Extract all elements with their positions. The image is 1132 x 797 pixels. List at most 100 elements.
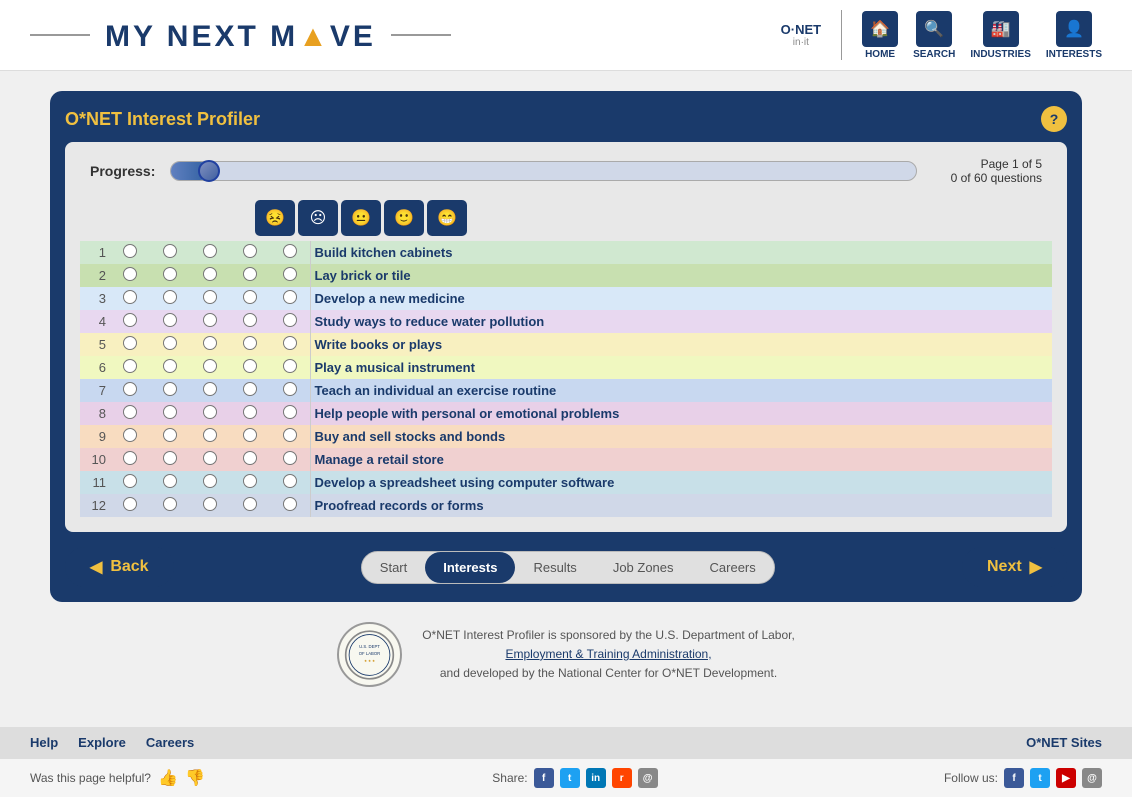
radio-option-2[interactable] (163, 405, 177, 419)
radio-option-4[interactable] (243, 336, 257, 350)
radio-option-5[interactable] (283, 474, 297, 488)
question-number: 8 (80, 402, 110, 425)
step-careers[interactable]: Careers (692, 552, 774, 583)
radio-option-3[interactable] (203, 405, 217, 419)
radio-option-2[interactable] (163, 428, 177, 442)
radio-option-5[interactable] (283, 336, 297, 350)
radio-option-3[interactable] (203, 244, 217, 258)
radio-option-2[interactable] (163, 244, 177, 258)
radio-option-5[interactable] (283, 405, 297, 419)
radio-option-3[interactable] (203, 382, 217, 396)
question-text: Buy and sell stocks and bonds (310, 425, 1052, 448)
radio-option-5[interactable] (283, 244, 297, 258)
radio-option-1[interactable] (123, 313, 137, 327)
radio-option-1[interactable] (123, 359, 137, 373)
footer-help[interactable]: Help (30, 735, 58, 750)
radio-option-4[interactable] (243, 290, 257, 304)
linkedin-share-icon[interactable]: in (586, 768, 606, 788)
radio-option-4[interactable] (243, 428, 257, 442)
radio-cell (190, 448, 230, 471)
radio-option-1[interactable] (123, 451, 137, 465)
radio-option-4[interactable] (243, 474, 257, 488)
radio-option-2[interactable] (163, 290, 177, 304)
search-icon: 🔍 (916, 11, 952, 47)
radio-option-1[interactable] (123, 405, 137, 419)
footer-explore[interactable]: Explore (78, 735, 126, 750)
youtube-follow-icon[interactable]: ▶ (1056, 768, 1076, 788)
footer-careers[interactable]: Careers (146, 735, 194, 750)
radio-option-4[interactable] (243, 267, 257, 281)
radio-option-1[interactable] (123, 267, 137, 281)
radio-option-2[interactable] (163, 451, 177, 465)
twitter-share-icon[interactable]: t (560, 768, 580, 788)
nav-industries[interactable]: 🏭 INDUSTRIES (970, 11, 1031, 60)
radio-option-5[interactable] (283, 290, 297, 304)
radio-cell (230, 264, 270, 287)
radio-option-2[interactable] (163, 497, 177, 511)
content-area: Progress: Page 1 of 5 0 of 60 questions … (65, 142, 1067, 532)
reddit-share-icon[interactable]: r (612, 768, 632, 788)
radio-cell (150, 310, 190, 333)
help-button[interactable]: ? (1041, 106, 1067, 132)
radio-option-4[interactable] (243, 382, 257, 396)
step-results[interactable]: Results (515, 552, 594, 583)
radio-option-2[interactable] (163, 359, 177, 373)
nav-home[interactable]: 🏠 HOME (862, 11, 898, 60)
step-job-zones[interactable]: Job Zones (595, 552, 692, 583)
facebook-share-icon[interactable]: f (534, 768, 554, 788)
radio-option-3[interactable] (203, 474, 217, 488)
radio-option-5[interactable] (283, 428, 297, 442)
radio-option-2[interactable] (163, 336, 177, 350)
radio-option-3[interactable] (203, 290, 217, 304)
twitter-follow-icon[interactable]: t (1030, 768, 1050, 788)
radio-option-1[interactable] (123, 382, 137, 396)
step-start[interactable]: Start (362, 552, 425, 583)
radio-option-1[interactable] (123, 474, 137, 488)
radio-option-3[interactable] (203, 336, 217, 350)
nav-interests[interactable]: 👤 INTERESTS (1046, 11, 1102, 60)
onet-sites[interactable]: O*NET Sites (1026, 735, 1102, 750)
profiler-title: O*NET Interest Profiler (65, 109, 260, 130)
facebook-follow-icon[interactable]: f (1004, 768, 1024, 788)
radio-option-5[interactable] (283, 451, 297, 465)
radio-option-1[interactable] (123, 497, 137, 511)
radio-option-4[interactable] (243, 313, 257, 327)
radio-cell (190, 310, 230, 333)
radio-option-5[interactable] (283, 267, 297, 281)
radio-option-1[interactable] (123, 428, 137, 442)
radio-option-3[interactable] (203, 313, 217, 327)
thumbs-up-icon[interactable]: 👍 (157, 767, 179, 789)
radio-option-2[interactable] (163, 382, 177, 396)
table-row: 2 Lay brick or tile (80, 264, 1052, 287)
radio-option-5[interactable] (283, 382, 297, 396)
email-share-icon[interactable]: @ (638, 768, 658, 788)
radio-option-3[interactable] (203, 359, 217, 373)
radio-option-2[interactable] (163, 474, 177, 488)
email-follow-icon[interactable]: @ (1082, 768, 1102, 788)
logo-text: MY NEXT M▲VE (105, 17, 376, 54)
radio-option-4[interactable] (243, 451, 257, 465)
nav-search[interactable]: 🔍 SEARCH (913, 11, 955, 60)
radio-option-1[interactable] (123, 336, 137, 350)
employment-link[interactable]: Employment & Training Administration, (505, 647, 711, 661)
radio-option-2[interactable] (163, 267, 177, 281)
thumbs-down-icon[interactable]: 👎 (184, 767, 206, 789)
radio-option-5[interactable] (283, 497, 297, 511)
radio-option-1[interactable] (123, 290, 137, 304)
radio-option-3[interactable] (203, 497, 217, 511)
radio-option-3[interactable] (203, 451, 217, 465)
table-row: 3 Develop a new medicine (80, 287, 1052, 310)
radio-option-3[interactable] (203, 428, 217, 442)
next-button[interactable]: Next ▶ (962, 547, 1067, 587)
radio-option-5[interactable] (283, 313, 297, 327)
radio-option-4[interactable] (243, 405, 257, 419)
radio-option-1[interactable] (123, 244, 137, 258)
radio-option-3[interactable] (203, 267, 217, 281)
radio-option-4[interactable] (243, 359, 257, 373)
radio-option-2[interactable] (163, 313, 177, 327)
radio-option-5[interactable] (283, 359, 297, 373)
radio-option-4[interactable] (243, 244, 257, 258)
radio-option-4[interactable] (243, 497, 257, 511)
back-button[interactable]: ◀ Back (65, 547, 174, 587)
step-interests[interactable]: Interests (425, 552, 515, 583)
